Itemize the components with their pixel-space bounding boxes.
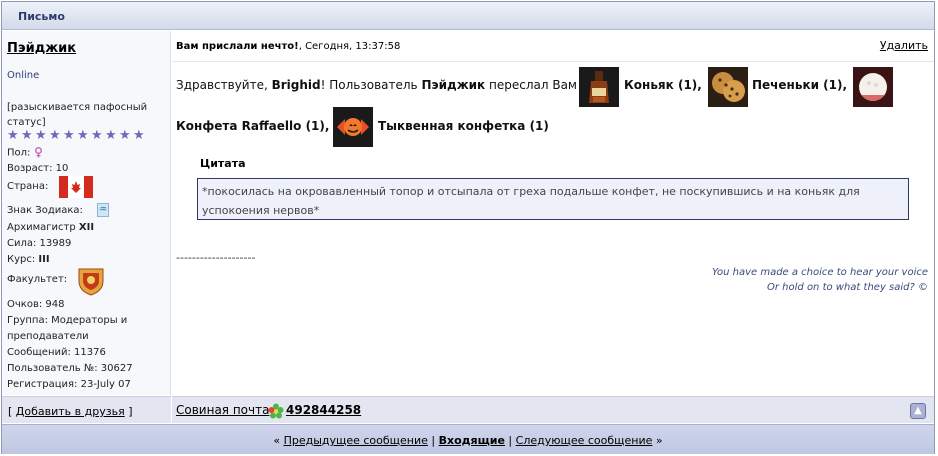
add-friend-wrapper: [ Добавить в друзья ] bbox=[8, 405, 133, 418]
online-status: Online bbox=[7, 70, 40, 81]
forward-text: переслал Вам bbox=[485, 78, 577, 92]
group-line-1: Группа: Модераторы и bbox=[7, 315, 128, 326]
zodiac-sign-icon: ♒ bbox=[97, 203, 109, 217]
star-icon: ★ bbox=[35, 128, 47, 143]
message-window: Письмо Пэйджик Online [разыскивается паф… bbox=[1, 1, 935, 454]
star-icon: ★ bbox=[63, 128, 75, 143]
signature-line-1: You have made a choice to hear your voic… bbox=[711, 267, 928, 278]
signature-line-2: Or hold on to what they said? © bbox=[767, 282, 928, 293]
sender-name-inline: Пэйджик bbox=[421, 78, 486, 92]
gift-name-3: Конфета Raffaello (1), bbox=[176, 119, 330, 133]
course-value: III bbox=[38, 254, 50, 265]
canada-flag-icon bbox=[59, 176, 93, 198]
zodiac-label: Знак Зодиака: bbox=[7, 205, 83, 216]
icq-number-link[interactable]: 492844258 bbox=[286, 403, 361, 417]
course-label: Курс: bbox=[7, 254, 39, 265]
scroll-to-top-button[interactable]: ▲ bbox=[910, 403, 926, 419]
sender-profile-panel: Пэйджик Online [разыскивается пафосный с… bbox=[2, 31, 171, 395]
faculty-label: Факультет: bbox=[7, 274, 68, 285]
messages-count: Сообщений: 11376 bbox=[7, 347, 106, 358]
next-message-link[interactable]: Следующее сообщение bbox=[516, 434, 653, 447]
star-icon: ★ bbox=[105, 128, 117, 143]
raffaello-candy-icon bbox=[853, 67, 893, 107]
title-bar: Письмо bbox=[2, 2, 934, 30]
window-title: Письмо bbox=[18, 10, 65, 23]
star-icon: ★ bbox=[91, 128, 103, 143]
group-line-2: преподаватели bbox=[7, 331, 89, 342]
cookies-icon bbox=[708, 67, 748, 107]
recipient-name: Brighid bbox=[271, 78, 321, 92]
registration-date: Регистрация: 23-July 07 bbox=[7, 379, 131, 390]
profile-actions: [ Добавить в друзья ] bbox=[2, 396, 171, 423]
star-icon: ★ bbox=[77, 128, 89, 143]
message-date: Сегодня, 13:37:58 bbox=[305, 41, 401, 52]
sender-name-link[interactable]: Пэйджик bbox=[7, 41, 76, 56]
gift-name-4: Тыквенная конфетка (1) bbox=[378, 119, 549, 133]
gender-label: Пол: bbox=[7, 147, 31, 159]
star-icon: ★ bbox=[133, 128, 145, 143]
quote-box: *покосилась на окровавленный топор и отс… bbox=[197, 178, 909, 220]
divider bbox=[172, 61, 934, 62]
message-text: ! Пользователь bbox=[320, 78, 422, 92]
rank-value: XII bbox=[78, 222, 95, 233]
faculty-crest-icon bbox=[78, 268, 104, 296]
star-icon: ★ bbox=[119, 128, 131, 143]
cognac-bottle-icon bbox=[579, 67, 619, 107]
gift-name-2: Печеньки (1), bbox=[752, 78, 848, 92]
user-number: Пользователь №: 30627 bbox=[7, 363, 133, 374]
message-navigation: « Предыдущее сообщение | Входящие | След… bbox=[2, 424, 934, 454]
gift-name-1: Коньяк (1), bbox=[624, 78, 702, 92]
message-line-1: Здравствуйте, Brighid! Пользователь Пэйд… bbox=[176, 78, 577, 92]
age: Возраст: 10 bbox=[7, 163, 69, 174]
contact-actions: Совиная почта 492844258 ▲ bbox=[172, 396, 934, 423]
greeting-text: Здравствуйте, bbox=[176, 78, 272, 92]
inbox-link[interactable]: Входящие bbox=[439, 434, 505, 447]
gender-row: Пол: bbox=[7, 147, 43, 159]
message-header: Вам прислали нечто!, Сегодня, 13:37:58 bbox=[176, 41, 401, 52]
pumpkin-candy-icon bbox=[333, 107, 373, 147]
rank-label: Архимагистр bbox=[7, 222, 79, 233]
course-row: Курс: III bbox=[7, 254, 50, 265]
prev-message-link[interactable]: Предыдущее сообщение bbox=[284, 434, 428, 447]
rank-row: Архимагистр XII bbox=[7, 222, 94, 233]
female-symbol-icon bbox=[34, 147, 42, 158]
points: Очков: 948 bbox=[7, 299, 65, 310]
add-friend-link[interactable]: Добавить в друзья bbox=[16, 405, 125, 418]
delete-link[interactable]: Удалить bbox=[880, 39, 928, 52]
navigation-links: « Предыдущее сообщение | Входящие | След… bbox=[273, 434, 663, 447]
country-label: Страна: bbox=[7, 181, 49, 192]
star-icon: ★ bbox=[49, 128, 61, 143]
rank-stars: ★ ★ ★ ★ ★ ★ ★ ★ ★ ★ bbox=[7, 129, 146, 142]
power: Сила: 13989 bbox=[7, 238, 72, 249]
message-subject: Вам прислали нечто! bbox=[176, 41, 299, 52]
icq-flower-icon bbox=[268, 403, 284, 419]
quote-title: Цитата bbox=[200, 157, 246, 170]
signature-separator: -------------------- bbox=[176, 251, 256, 264]
star-icon: ★ bbox=[21, 128, 33, 143]
star-icon: ★ bbox=[7, 128, 19, 143]
owl-mail-link[interactable]: Совиная почта bbox=[176, 403, 269, 417]
message-body: Вам прислали нечто!, Сегодня, 13:37:58 У… bbox=[172, 31, 934, 395]
custom-status: [разыскивается пафосный статус] bbox=[7, 102, 148, 128]
